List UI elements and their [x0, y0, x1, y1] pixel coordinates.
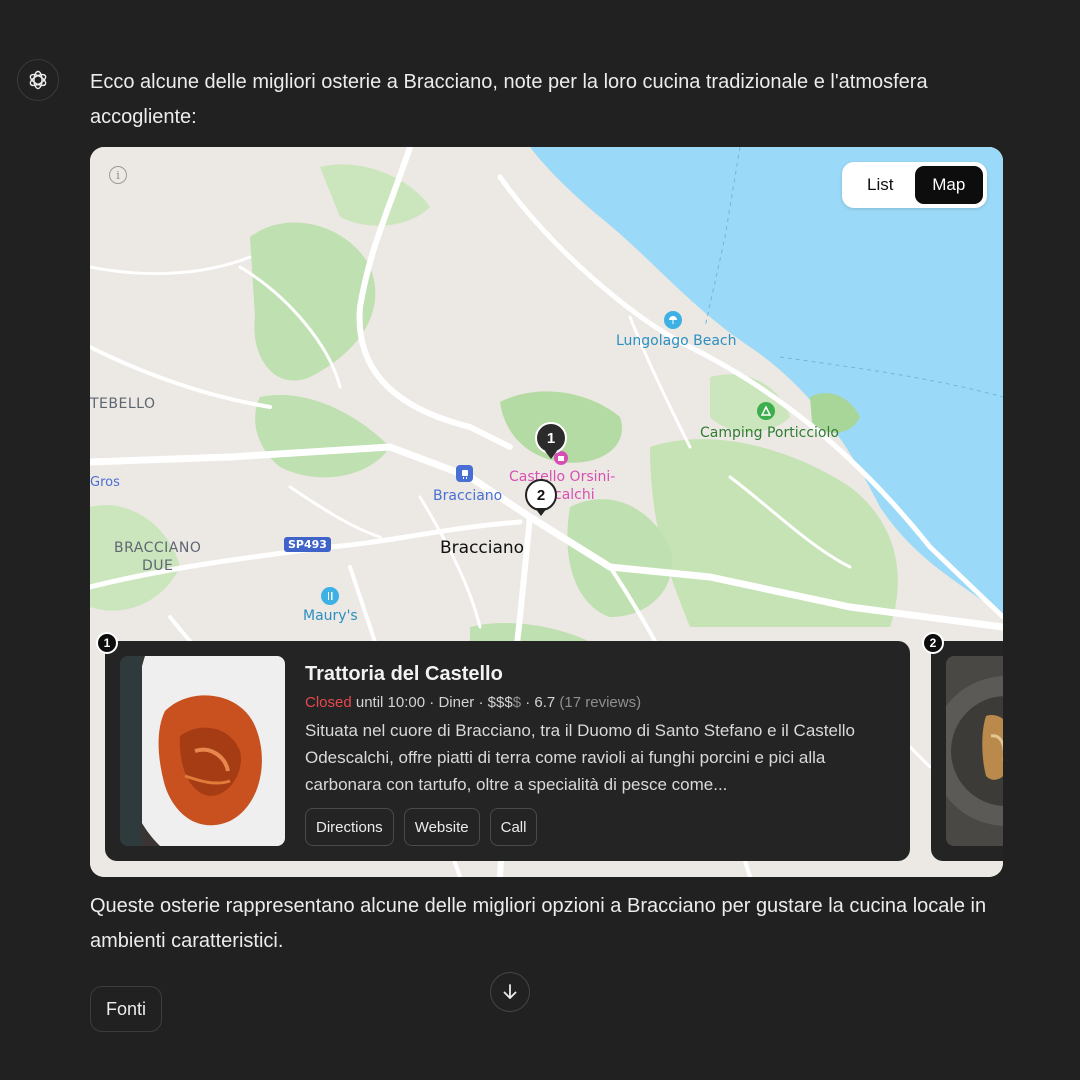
place-photo[interactable]: [946, 656, 1003, 846]
place-index-badge: 1: [96, 632, 118, 654]
place-meta: Closed until 10:00 · Diner · $$$$ · 6.7 …: [305, 694, 641, 711]
intro-text: Ecco alcune delle migliori osterie a Bra…: [90, 71, 928, 128]
restaurant-icon[interactable]: [321, 587, 339, 605]
meta-separator: ·: [478, 694, 488, 711]
scroll-down-button[interactable]: [490, 972, 530, 1012]
map-label-beach[interactable]: Lungolago Beach: [616, 333, 737, 349]
call-button[interactable]: Call: [489, 808, 538, 846]
map-label-maurys[interactable]: Maury's: [303, 608, 358, 624]
map-label-castle-2[interactable]: calchi: [554, 487, 595, 503]
arrow-down-icon: [503, 984, 517, 999]
map-label-castle[interactable]: Castello Orsini-: [509, 469, 615, 485]
camping-icon[interactable]: [757, 402, 775, 420]
sources-button[interactable]: Fonti: [90, 986, 162, 1032]
place-rating: 6.7: [534, 694, 556, 711]
place-card[interactable]: Trattoria del Castello Closed until 10:0…: [105, 641, 910, 861]
meta-separator: ·: [525, 694, 535, 711]
map-label-partial: Gros: [90, 475, 120, 490]
map-label-district: BRACCIANO: [114, 540, 202, 556]
map-label-district-2: DUE: [142, 558, 174, 574]
place-price: $$$: [487, 694, 513, 711]
map-label-district-left: TEBELLO: [90, 396, 156, 412]
place-category: Diner: [438, 694, 475, 711]
place-reviews[interactable]: (17 reviews): [559, 694, 641, 711]
beach-icon[interactable]: [664, 311, 682, 329]
place-card-partial[interactable]: [931, 641, 1003, 861]
openai-logo-icon: [29, 70, 47, 90]
road-shield-sp493: SP493: [284, 537, 331, 552]
view-toggle: List Map: [842, 162, 987, 208]
map-view-tab[interactable]: Map: [914, 166, 983, 204]
map-pin-2[interactable]: 2: [525, 479, 557, 516]
place-index-badge: 2: [922, 632, 944, 654]
outro-text: Queste osterie rappresentano alcune dell…: [90, 895, 987, 952]
place-price-inactive: $: [512, 694, 522, 711]
place-photo[interactable]: [120, 656, 285, 846]
directions-button[interactable]: Directions: [305, 808, 394, 846]
assistant-avatar: [17, 59, 59, 101]
map-label-town[interactable]: Bracciano: [440, 538, 524, 558]
map-label-station[interactable]: Bracciano: [433, 488, 502, 504]
place-description: Situata nel cuore di Bracciano, tra il D…: [305, 721, 855, 794]
website-button[interactable]: Website: [403, 808, 480, 846]
train-station-icon[interactable]: [456, 465, 473, 482]
place-actions: Directions Website Call: [305, 808, 538, 846]
place-status: Closed: [305, 694, 352, 711]
place-name[interactable]: Trattoria del Castello: [305, 663, 503, 686]
map-info-icon[interactable]: i: [109, 166, 127, 184]
map-view[interactable]: i List Map Lungolago Beach Camping Porti…: [90, 147, 1003, 877]
place-hours: until 10:00: [355, 694, 426, 711]
map-label-camping[interactable]: Camping Porticciolo: [700, 425, 839, 441]
map-pin-1[interactable]: 1: [535, 422, 567, 459]
list-view-tab[interactable]: List: [846, 166, 915, 204]
